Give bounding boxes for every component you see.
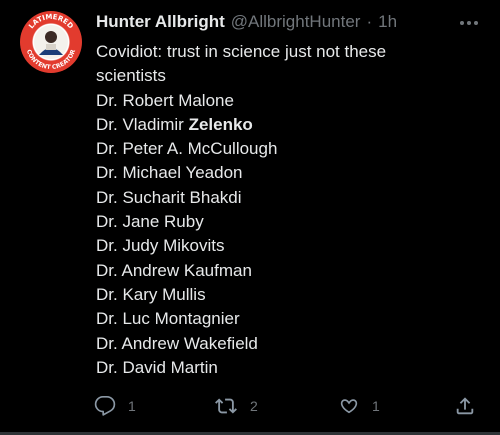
list-item: Dr. Jane Ruby — [96, 212, 204, 232]
share-button[interactable] — [454, 394, 476, 418]
list-item: Dr. Peter A. McCullough — [96, 139, 278, 159]
list-item: Dr. Andrew Kaufman — [96, 260, 252, 280]
reply-icon — [94, 396, 116, 416]
separator-dot: · — [366, 12, 373, 31]
list-item: Dr. Judy Mikovits — [96, 236, 225, 256]
list-item: Dr. Sucharit Bhakdi — [96, 187, 242, 207]
bold-highlight: Zelenko — [188, 114, 253, 134]
tweet-intro: Covidiot: trust in science just not thes… — [96, 42, 387, 86]
list-item-text: Dr. Vladimir — [96, 114, 189, 134]
list-item: Dr. Vladimir Zelenko — [96, 113, 486, 137]
tweet-time[interactable]: 1h — [378, 12, 397, 32]
retweet-icon — [215, 398, 237, 414]
more-icon — [460, 21, 478, 25]
share-icon — [456, 397, 474, 415]
tweet: LATIMERED CONTENT CREATOR Hunter Allbrig… — [0, 0, 500, 435]
author-handle[interactable]: @AllbrightHunter — [231, 12, 361, 32]
list-item: Dr. Andrew Wakefield — [96, 333, 258, 353]
like-count: 1 — [372, 398, 380, 414]
list-item: Dr. Kary Mullis — [96, 284, 206, 304]
reply-count: 1 — [128, 398, 136, 414]
tweet-actions: 1 2 1 — [90, 394, 490, 418]
retweet-count: 2 — [250, 398, 258, 414]
tweet-text: Covidiot: trust in science just not thes… — [96, 40, 486, 380]
heart-icon — [340, 399, 358, 414]
list-item: Dr. Michael Yeadon — [96, 163, 243, 183]
retweet-button[interactable]: 2 — [214, 394, 258, 418]
list-item: Dr. Robert Malone — [96, 90, 234, 110]
author-name[interactable]: Hunter Allbright — [96, 12, 225, 32]
avatar[interactable]: LATIMERED CONTENT CREATOR — [20, 11, 82, 73]
more-options-button[interactable] — [456, 10, 482, 36]
avatar-graphic: LATIMERED CONTENT CREATOR — [25, 13, 77, 71]
like-button[interactable]: 1 — [338, 394, 380, 418]
reply-button[interactable]: 1 — [94, 394, 136, 418]
tweet-header: Hunter Allbright @AllbrightHunter · 1h — [96, 12, 397, 36]
list-item: Dr. Luc Montagnier — [96, 309, 240, 329]
list-item: Dr. David Martin — [96, 357, 218, 377]
